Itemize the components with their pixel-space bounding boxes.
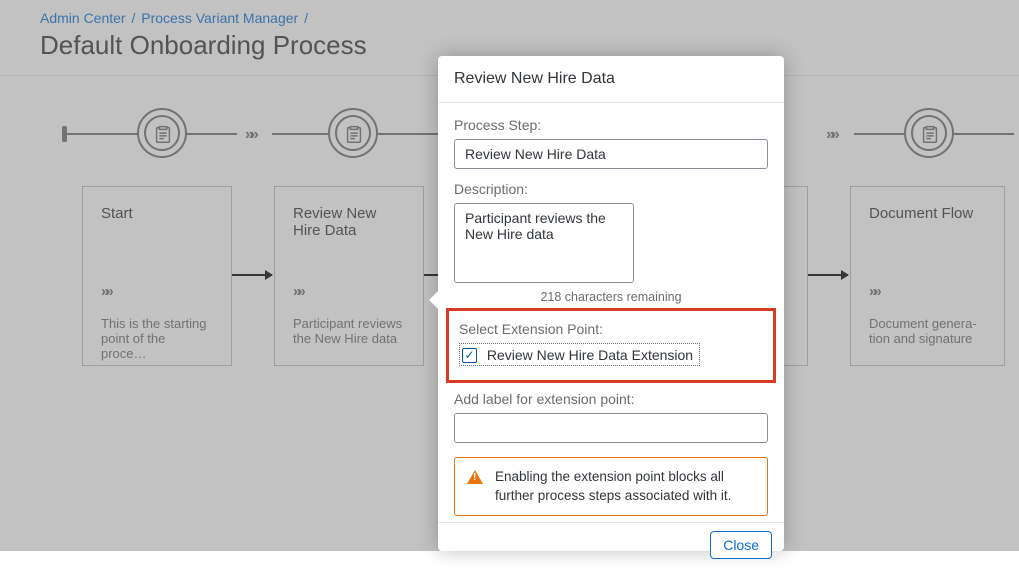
extension-checkbox[interactable]: ✓ xyxy=(462,348,477,363)
review-new-hire-dialog: Review New Hire Data Process Step: Descr… xyxy=(438,56,784,551)
dialog-callout-arrow xyxy=(429,290,439,310)
warning-text: Enabling the extension point blocks all … xyxy=(495,468,755,504)
warning-box: Enabling the extension point blocks all … xyxy=(454,457,768,515)
dialog-title: Review New Hire Data xyxy=(438,56,784,102)
character-counter: 218 characters remaining xyxy=(454,290,768,304)
extension-label-input[interactable] xyxy=(454,413,768,443)
dialog-footer: Close xyxy=(438,522,784,571)
close-button[interactable]: Close xyxy=(710,531,772,559)
extension-checkbox-label: Review New Hire Data Extension xyxy=(481,347,693,363)
extension-checkbox-wrapper[interactable]: ✓ Review New Hire Data Extension xyxy=(459,343,700,366)
dialog-body: Process Step: Description: 218 character… xyxy=(438,103,784,522)
process-step-input[interactable] xyxy=(454,139,768,169)
description-textarea[interactable] xyxy=(454,203,634,283)
add-label-label: Add label for extension point: xyxy=(454,391,768,407)
select-extension-label: Select Extension Point: xyxy=(459,321,763,337)
process-step-label: Process Step: xyxy=(454,117,768,133)
extension-point-section: Select Extension Point: ✓ Review New Hir… xyxy=(446,308,776,383)
description-label: Description: xyxy=(454,181,768,197)
warning-icon xyxy=(467,470,483,484)
